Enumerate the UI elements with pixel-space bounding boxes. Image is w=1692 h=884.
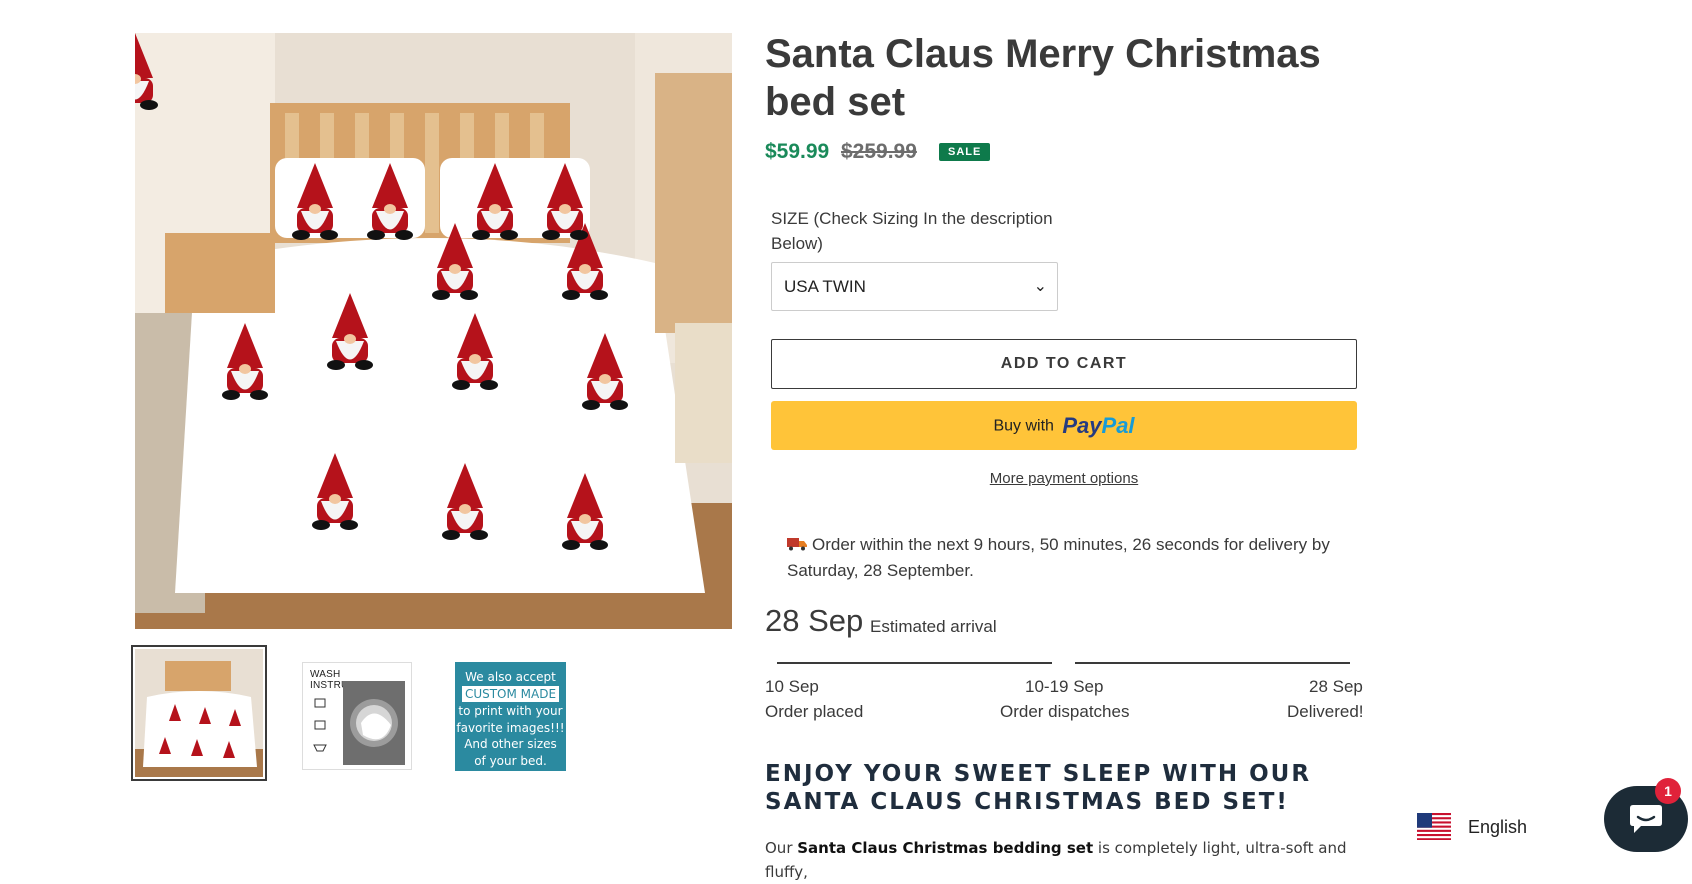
delivery-countdown: Order within the next 9 hours, 50 minute… (787, 532, 1347, 584)
truck-icon (787, 538, 807, 551)
chat-bubble-icon (1630, 805, 1662, 833)
custom-line-4: favorite images!!! (456, 720, 565, 735)
step-date-ordered: 10 Sep (765, 677, 819, 696)
delivery-message: Order within the next 9 hours, 50 minute… (787, 535, 1330, 580)
estimated-arrival-label: Estimated arrival (870, 617, 997, 636)
product-title: Santa Claus Merry Christmas bed set (765, 32, 1321, 124)
paypal-buy-with: Buy with (993, 417, 1054, 435)
more-payment-options-link[interactable]: More payment options (771, 470, 1357, 487)
description-heading: ENJOY YOUR SWEET SLEEP WITH OUR SANTA CL… (765, 761, 1312, 815)
custom-line-6: of your bed. (474, 753, 547, 768)
custom-line-1: We also accept (465, 670, 556, 684)
description-intro: Our Santa Claus Christmas bedding set is… (765, 839, 1347, 881)
size-selected-value: USA TWIN (784, 277, 866, 296)
step-label-ordered: Order placed (765, 702, 864, 721)
step-date-delivered: 28 Sep (1309, 677, 1363, 696)
chevron-down-icon: ⌄ (1033, 278, 1047, 295)
add-to-cart-button[interactable]: ADD TO CART (771, 339, 1357, 389)
sale-price: $59.99 (765, 140, 830, 163)
size-label: SIZE (Check Sizing In the description Be… (771, 209, 1053, 253)
estimated-arrival-date: 28 Sep (765, 603, 864, 638)
step-date-dispatch: 10-19 Sep (1025, 677, 1104, 696)
progress-line-2 (1075, 662, 1350, 664)
progress-line-1 (777, 662, 1052, 664)
thumbnail-wash-instructions[interactable]: WASH INSTRUCTIONS (302, 662, 412, 770)
us-flag-icon (1417, 813, 1451, 840)
custom-line-3: to print with your (458, 704, 563, 718)
custom-line-5: And other sizes (464, 737, 557, 751)
step-label-dispatch: Order dispatches (1000, 702, 1130, 721)
paypal-button[interactable]: Buy with PayPal (771, 401, 1357, 450)
chat-notification-badge: 1 (1655, 778, 1681, 804)
regular-price: $259.99 (841, 140, 917, 163)
paypal-logo: PayPal (1062, 413, 1135, 439)
step-label-delivered: Delivered! (1287, 702, 1364, 721)
thumbnail-bed-set[interactable] (131, 645, 267, 781)
sale-badge: SALE (939, 143, 991, 161)
thumbnail-custom-made[interactable]: We also accept CUSTOM MADE to print with… (455, 662, 566, 771)
language-label: English (1468, 817, 1528, 837)
size-select[interactable]: USA TWIN ⌄ (771, 262, 1058, 311)
main-product-image[interactable] (135, 33, 732, 629)
language-selector[interactable]: English (1417, 808, 1537, 848)
custom-line-2: CUSTOM MADE (461, 685, 560, 702)
